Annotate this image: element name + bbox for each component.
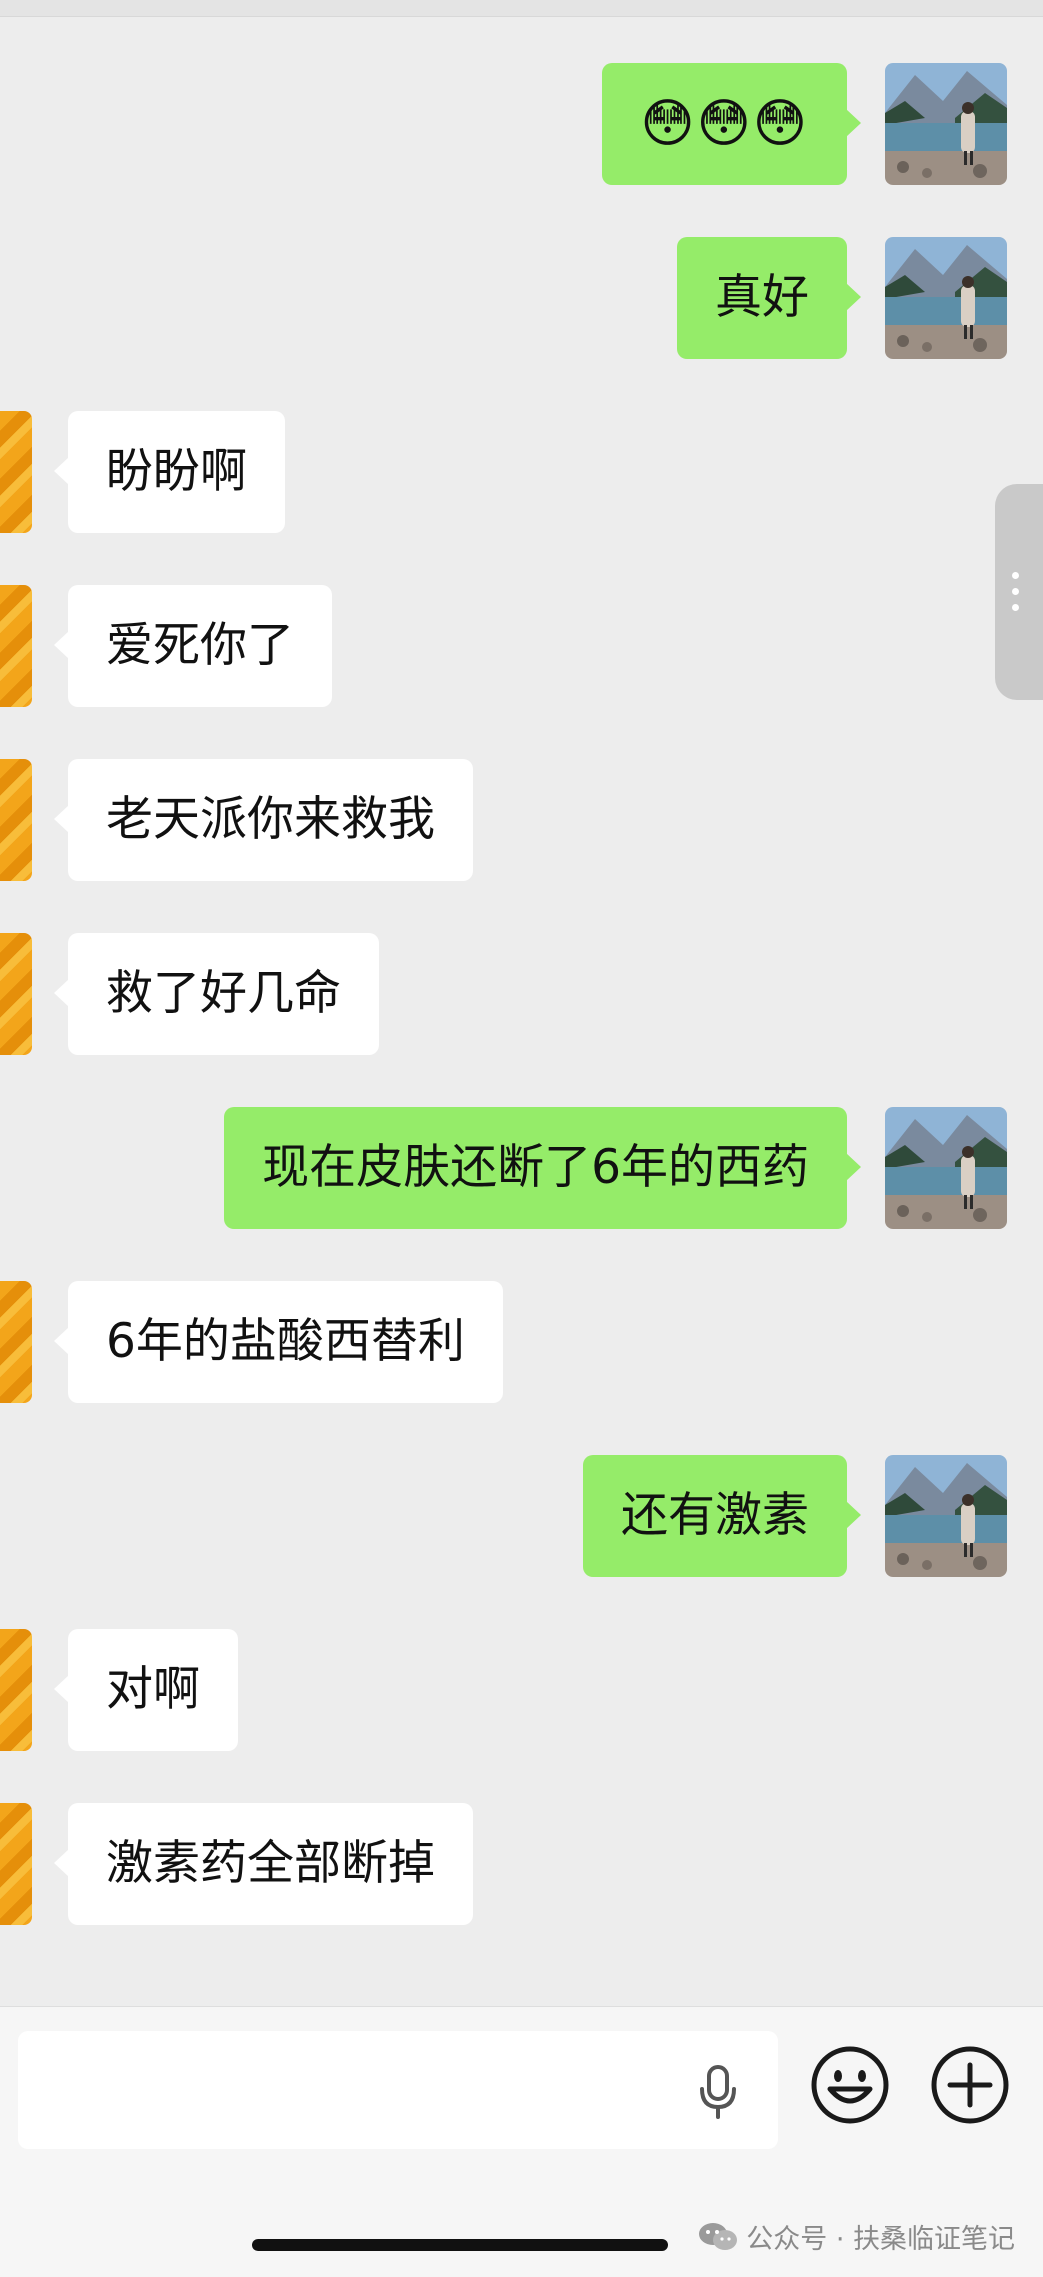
input-bar: 公众号 · 扶桑临证笔记 xyxy=(0,2006,1043,2277)
message-text: 救了好几命 xyxy=(106,966,341,1021)
message-row: 救了好几命 xyxy=(0,933,1043,1057)
message-row: 老天派你来救我 xyxy=(0,759,1043,883)
message-bubble-sent[interactable]: 真好 xyxy=(677,237,861,359)
dot xyxy=(1012,604,1019,611)
plus-circle-icon[interactable] xyxy=(930,2045,1010,2125)
message-bubble-received[interactable]: 救了好几命 xyxy=(54,933,379,1055)
contact-avatar[interactable] xyxy=(0,411,32,533)
contact-avatar[interactable] xyxy=(0,759,32,881)
my-avatar[interactable] xyxy=(885,237,1007,359)
message-text: 盼盼啊 xyxy=(106,444,247,499)
message-row: 激素药全部断掉 xyxy=(0,1803,1043,1927)
message-text: 现在皮肤还断了6年的西药 xyxy=(262,1140,809,1195)
message-bubble-sent[interactable]: 现在皮肤还断了6年的西药 xyxy=(224,1107,861,1229)
message-row: 还有激素 xyxy=(0,1455,1043,1579)
message-text: 还有激素 xyxy=(621,1488,809,1543)
home-indicator[interactable] xyxy=(252,2239,668,2251)
message-text: 爱死你了 xyxy=(106,618,294,673)
message-text: 老天派你来救我 xyxy=(106,792,435,847)
message-row: 真好 xyxy=(0,237,1043,361)
dot xyxy=(1012,572,1019,579)
contact-avatar[interactable] xyxy=(0,1281,32,1403)
message-row: 现在皮肤还断了6年的西药 xyxy=(0,1107,1043,1231)
message-text: 6年的盐酸西替利 xyxy=(106,1314,465,1369)
message-input[interactable] xyxy=(18,2031,778,2149)
message-text: 对啊 xyxy=(106,1662,200,1717)
my-avatar[interactable] xyxy=(885,1107,1007,1229)
message-row: 对啊 xyxy=(0,1629,1043,1753)
contact-avatar[interactable] xyxy=(0,1803,32,1925)
scroll-handle[interactable] xyxy=(995,484,1043,700)
contact-avatar[interactable] xyxy=(0,585,32,707)
message-bubble-sent[interactable]: 还有激素 xyxy=(583,1455,861,1577)
message-text: 真好 xyxy=(715,270,809,325)
message-row: 爱死你了 xyxy=(0,585,1043,709)
message-text: 😳😳😳 xyxy=(640,94,809,154)
message-row: 6年的盐酸西替利 xyxy=(0,1281,1043,1405)
wechat-logo-icon xyxy=(699,2222,738,2250)
dot xyxy=(1012,588,1019,595)
message-text: 激素药全部断掉 xyxy=(106,1836,435,1891)
contact-avatar[interactable] xyxy=(0,933,32,1055)
my-avatar[interactable] xyxy=(885,1455,1007,1577)
message-bubble-received[interactable]: 爱死你了 xyxy=(54,585,332,707)
message-row: 😳😳😳 xyxy=(0,63,1043,187)
message-bubble-received[interactable]: 对啊 xyxy=(54,1629,238,1751)
top-divider xyxy=(0,0,1043,17)
message-row: 盼盼啊 xyxy=(0,411,1043,535)
message-bubble-received[interactable]: 6年的盐酸西替利 xyxy=(54,1281,503,1403)
contact-avatar[interactable] xyxy=(0,1629,32,1751)
watermark-text: 公众号 · 扶桑临证笔记 xyxy=(746,2224,1015,2255)
message-bubble-received[interactable]: 激素药全部断掉 xyxy=(54,1803,473,1925)
message-bubble-sent[interactable]: 😳😳😳 xyxy=(602,63,861,185)
smiley-icon[interactable] xyxy=(810,2045,890,2125)
message-bubble-received[interactable]: 老天派你来救我 xyxy=(54,759,473,881)
my-avatar[interactable] xyxy=(885,63,1007,185)
watermark: 公众号 · 扶桑临证笔记 xyxy=(698,2217,1015,2256)
microphone-icon[interactable] xyxy=(698,2065,738,2119)
message-bubble-received[interactable]: 盼盼啊 xyxy=(54,411,285,533)
